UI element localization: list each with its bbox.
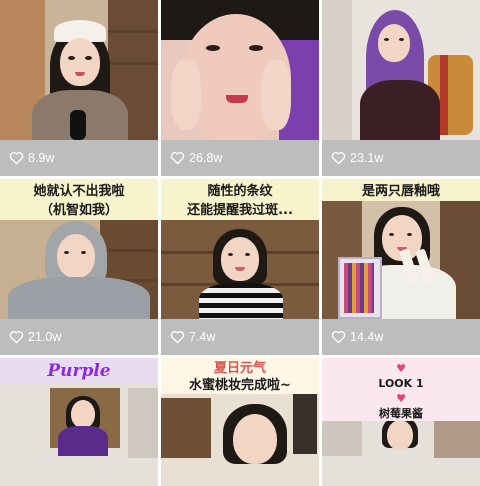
video-thumbnail[interactable]: ♥ LOOK 1 ♥ 树莓果酱 — [322, 358, 480, 486]
caption-line: 树莓果酱 — [379, 407, 423, 420]
like-count: 21.0w — [28, 330, 62, 344]
video-card[interactable]: 是两只唇釉哦 14.4w — [322, 179, 480, 355]
heart-outline-icon — [331, 152, 346, 165]
video-card[interactable]: 夏日元气 水蜜桃妆完成啦~ — [161, 358, 319, 486]
like-count-bar: 21.0w — [0, 319, 158, 355]
like-count: 7.4w — [189, 330, 216, 344]
video-thumbnail[interactable] — [322, 0, 480, 140]
video-card[interactable]: 随性的条纹 还能提醒我过斑... 7.4w — [161, 179, 319, 355]
video-thumbnail[interactable] — [0, 0, 158, 140]
caption-line: （机智如我） — [39, 203, 118, 218]
video-thumbnail[interactable] — [161, 0, 319, 140]
caption-line: 随性的条纹 — [207, 184, 273, 199]
video-card[interactable]: 她就认不出我啦 （机智如我） 21.0w — [0, 179, 158, 355]
video-card[interactable]: ♥ LOOK 1 ♥ 树莓果酱 — [322, 358, 480, 486]
video-card[interactable]: 23.1w — [322, 0, 480, 176]
heart-outline-icon — [170, 152, 185, 165]
caption-line: Purple — [47, 361, 111, 381]
video-caption: Purple — [0, 358, 158, 384]
like-count-bar: 26.8w — [161, 140, 319, 176]
like-count: 8.9w — [28, 151, 55, 165]
like-count-bar: 8.9w — [0, 140, 158, 176]
heart-outline-icon — [331, 331, 346, 344]
caption-line: 水蜜桃妆完成啦~ — [189, 378, 291, 393]
like-count-bar: 23.1w — [322, 140, 480, 176]
video-caption: 她就认不出我啦 （机智如我） — [0, 179, 158, 220]
video-thumbnail[interactable]: 夏日元气 水蜜桃妆完成啦~ — [161, 358, 319, 486]
like-count-bar: 14.4w — [322, 319, 480, 355]
like-count: 26.8w — [189, 151, 223, 165]
caption-line: 她就认不出我啦 — [33, 184, 125, 199]
heart-outline-icon — [170, 331, 185, 344]
video-caption: 随性的条纹 还能提醒我过斑... — [161, 179, 319, 220]
video-caption: 夏日元气 水蜜桃妆完成啦~ — [161, 358, 319, 394]
video-card[interactable]: Purple — [0, 358, 158, 486]
like-count: 14.4w — [350, 330, 384, 344]
heart-outline-icon — [9, 152, 24, 165]
caption-line: 是两只唇釉哦 — [361, 184, 440, 199]
video-caption: ♥ LOOK 1 ♥ 树莓果酱 — [322, 358, 480, 421]
video-card[interactable]: 26.8w — [161, 0, 319, 176]
video-caption: 是两只唇釉哦 — [322, 179, 480, 201]
like-count-bar: 7.4w — [161, 319, 319, 355]
caption-line: ♥ LOOK 1 ♥ — [378, 362, 424, 405]
caption-line: 夏日元气 — [213, 361, 266, 376]
like-count: 23.1w — [350, 151, 384, 165]
video-feed-grid: 8.9w 26.8w 23.1w 她就认不出我啦 （机智如我） 21.0w 随性… — [0, 0, 480, 486]
caption-line: 还能提醒我过斑... — [187, 203, 293, 218]
video-thumbnail[interactable]: Purple — [0, 358, 158, 486]
video-card[interactable]: 8.9w — [0, 0, 158, 176]
heart-outline-icon — [9, 331, 24, 344]
